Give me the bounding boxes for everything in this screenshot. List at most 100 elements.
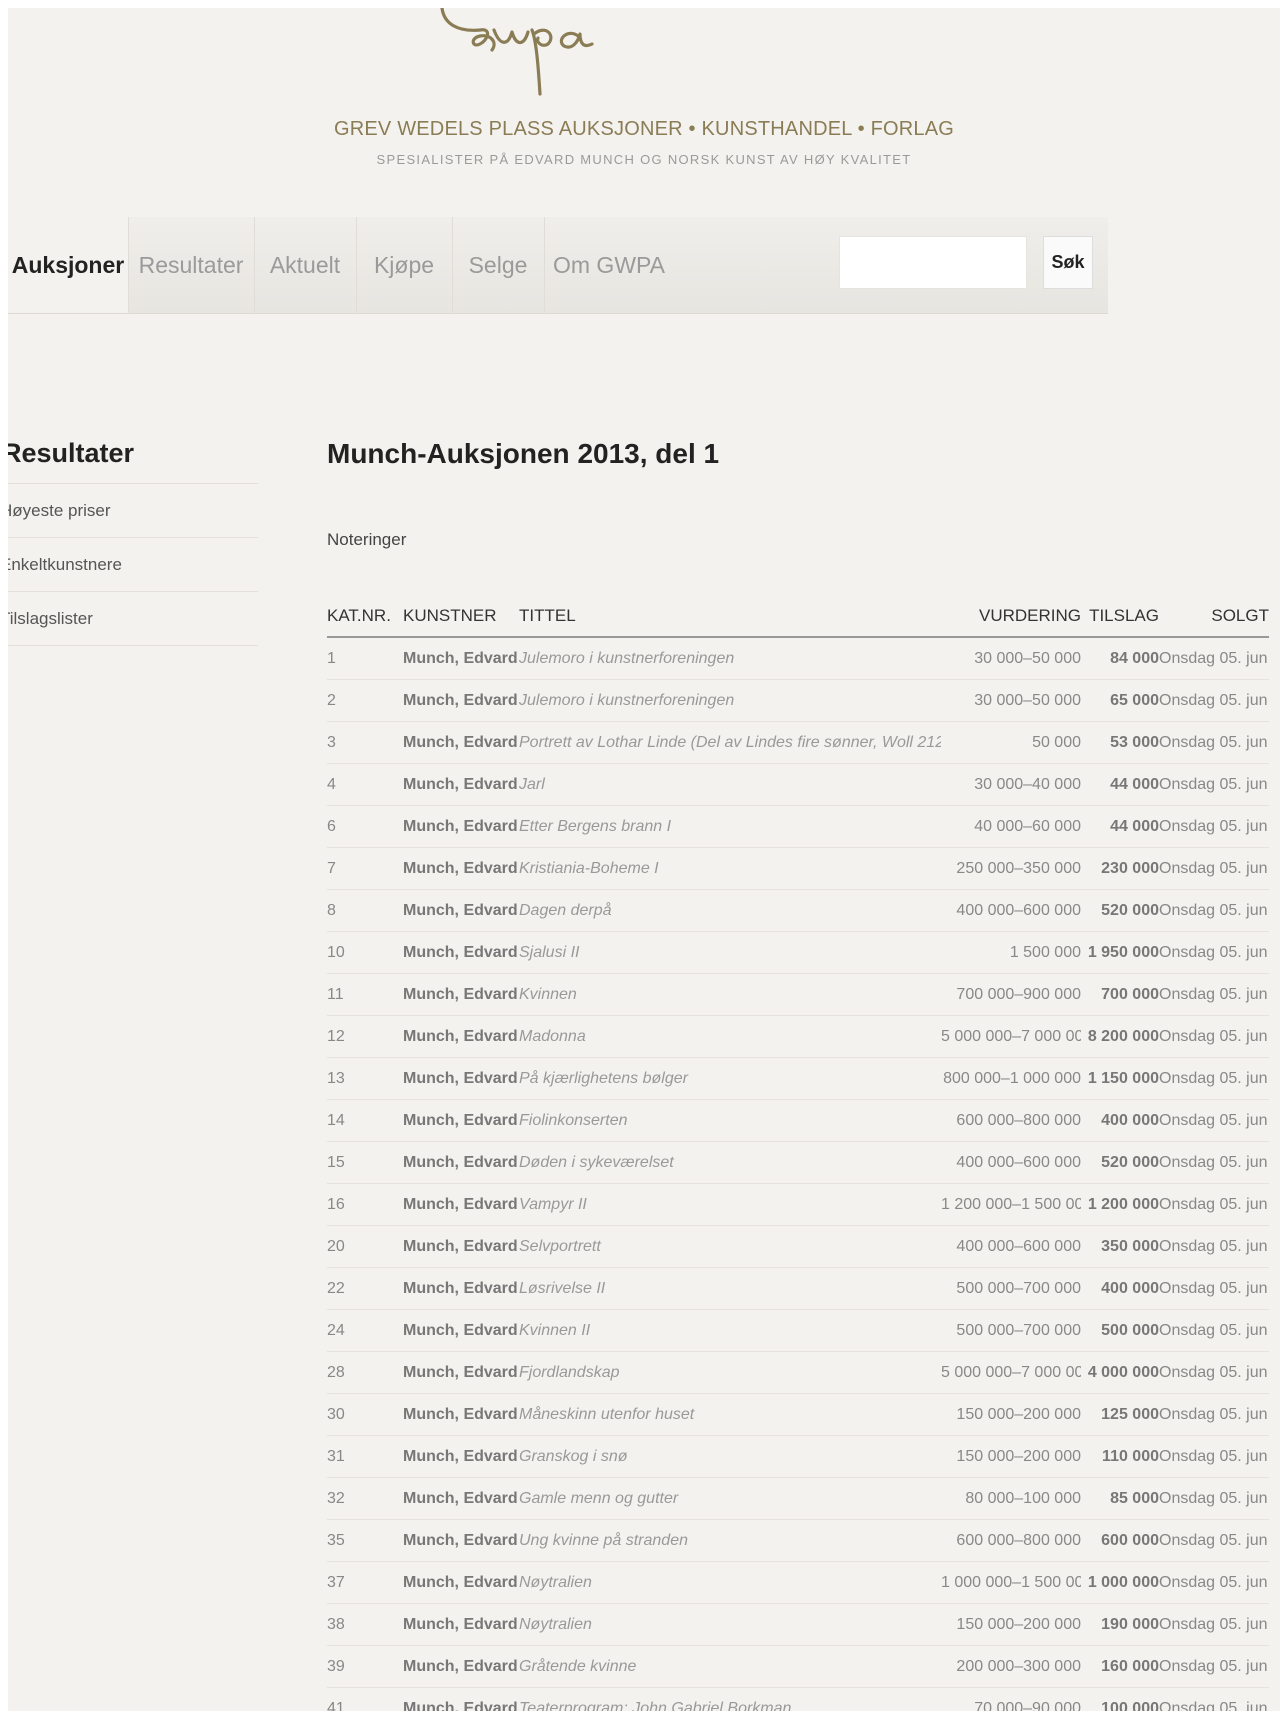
title-link[interactable]: Julemoro i kunstnerforeningen bbox=[519, 679, 941, 722]
gwpa-logo[interactable] bbox=[428, 8, 668, 112]
col-kat-nr[interactable]: KAT.NR. bbox=[327, 596, 403, 638]
title-link[interactable]: Gråtende kvinne bbox=[519, 1645, 941, 1688]
artist-link[interactable]: Munch, Edvard bbox=[403, 1267, 519, 1310]
title-link[interactable]: Madonna bbox=[519, 1015, 941, 1058]
artist-link[interactable]: Munch, Edvard bbox=[403, 1099, 519, 1142]
table-row[interactable]: 32 Munch, Edvard Gamle menn og gutter 80 00… bbox=[327, 1477, 1269, 1520]
title-link[interactable]: Nøytralien bbox=[519, 1603, 941, 1646]
title-link[interactable]: Selvportrett bbox=[519, 1225, 941, 1268]
nav-item-aktuelt[interactable]: Aktuelt bbox=[254, 217, 357, 313]
title-link[interactable]: Portrett av Lothar Linde (Del av Lindes … bbox=[519, 721, 941, 764]
artist-link[interactable]: Munch, Edvard bbox=[403, 1309, 519, 1352]
artist-link[interactable]: Munch, Edvard bbox=[403, 1183, 519, 1226]
artist-link[interactable]: Munch, Edvard bbox=[403, 679, 519, 722]
table-row[interactable]: 38 Munch, Edvard Nøytralien 150 000–200 000… bbox=[327, 1603, 1269, 1646]
title-link[interactable]: Gamle menn og gutter bbox=[519, 1477, 941, 1520]
sold-date-cell: Onsdag 05. jun 2013 bbox=[1159, 931, 1269, 974]
nav-item-kjope[interactable]: Kjøpe bbox=[356, 217, 453, 313]
table-row[interactable]: 4 Munch, Edvard Jarl 30 000–40 000 44 000 Ons… bbox=[327, 763, 1269, 806]
search-button[interactable]: Søk bbox=[1043, 236, 1093, 289]
table-row[interactable]: 15 Munch, Edvard Døden i sykeværelset 400 0… bbox=[327, 1141, 1269, 1184]
table-row[interactable]: 28 Munch, Edvard Fjordlandskap 5 000 000–7 … bbox=[327, 1351, 1269, 1394]
table-row[interactable]: 37 Munch, Edvard Nøytralien 1 000 000–1 500… bbox=[327, 1561, 1269, 1604]
artist-link[interactable]: Munch, Edvard bbox=[403, 637, 519, 680]
title-link[interactable]: Etter Bergens brann I bbox=[519, 805, 941, 848]
nav-item-resultater[interactable]: Resultater bbox=[128, 217, 255, 313]
table-row[interactable]: 20 Munch, Edvard Selvportrett 400 000–600 0… bbox=[327, 1225, 1269, 1268]
artist-link[interactable]: Munch, Edvard bbox=[403, 763, 519, 806]
col-solgt[interactable]: SOLGT bbox=[1159, 596, 1269, 638]
table-row[interactable]: 3 Munch, Edvard Portrett av Lothar Linde (… bbox=[327, 721, 1269, 764]
sidebar-item-tilslagslister[interactable]: Tilslagslister bbox=[8, 591, 258, 646]
title-link[interactable]: Løsrivelse II bbox=[519, 1267, 941, 1310]
artist-link[interactable]: Munch, Edvard bbox=[403, 721, 519, 764]
title-link[interactable]: Granskog i snø bbox=[519, 1435, 941, 1478]
title-link[interactable]: Kristiania-Boheme I bbox=[519, 847, 941, 890]
nav-item-selge[interactable]: Selge bbox=[452, 217, 545, 313]
search-input[interactable] bbox=[839, 236, 1027, 289]
title-link[interactable]: Kvinnen II bbox=[519, 1309, 941, 1352]
sidebar-item-hoyeste-priser[interactable]: Høyeste priser bbox=[8, 483, 258, 537]
col-vurdering[interactable]: VURDERING bbox=[941, 596, 1081, 638]
artist-link[interactable]: Munch, Edvard bbox=[403, 1477, 519, 1520]
table-row[interactable]: 12 Munch, Edvard Madonna 5 000 000–7 000 00… bbox=[327, 1015, 1269, 1058]
table-row[interactable]: 35 Munch, Edvard Ung kvinne på stranden 600… bbox=[327, 1519, 1269, 1562]
artist-link[interactable]: Munch, Edvard bbox=[403, 1519, 519, 1562]
title-link[interactable]: Jarl bbox=[519, 763, 941, 806]
artist-link[interactable]: Munch, Edvard bbox=[403, 1561, 519, 1604]
artist-link[interactable]: Munch, Edvard bbox=[403, 1435, 519, 1478]
table-row[interactable]: 30 Munch, Edvard Måneskinn utenfor huset 15… bbox=[327, 1393, 1269, 1436]
results-table: KAT.NR. KUNSTNER TITTEL VURDERING TILSLA… bbox=[327, 596, 1269, 1711]
nav-item-om-gwpa[interactable]: Om GWPA bbox=[544, 217, 674, 313]
table-row[interactable]: 16 Munch, Edvard Vampyr II 1 200 000–1 500 … bbox=[327, 1183, 1269, 1226]
title-link[interactable]: Fjordlandskap bbox=[519, 1351, 941, 1394]
title-link[interactable]: På kjærlighetens bølger bbox=[519, 1057, 941, 1100]
artist-link[interactable]: Munch, Edvard bbox=[403, 973, 519, 1016]
artist-link[interactable]: Munch, Edvard bbox=[403, 1015, 519, 1058]
col-kunstner[interactable]: KUNSTNER bbox=[403, 596, 519, 638]
table-row[interactable]: 10 Munch, Edvard Sjalusi II 1 500 000 1 950 … bbox=[327, 931, 1269, 974]
artist-link[interactable]: Munch, Edvard bbox=[403, 1645, 519, 1688]
nav-item-auksjoner[interactable]: Auksjoner bbox=[8, 217, 129, 313]
artist-link[interactable]: Munch, Edvard bbox=[403, 1687, 519, 1711]
table-row[interactable]: 13 Munch, Edvard På kjærlighetens bølger 80… bbox=[327, 1057, 1269, 1100]
artist-link[interactable]: Munch, Edvard bbox=[403, 1057, 519, 1100]
artist-link[interactable]: Munch, Edvard bbox=[403, 847, 519, 890]
table-row[interactable]: 6 Munch, Edvard Etter Bergens brann I 40 00… bbox=[327, 805, 1269, 848]
title-link[interactable]: Teaterprogram: John Gabriel Borkman bbox=[519, 1687, 941, 1711]
artist-link[interactable]: Munch, Edvard bbox=[403, 1603, 519, 1646]
noteringer-link[interactable]: Noteringer bbox=[327, 530, 406, 550]
table-row[interactable]: 11 Munch, Edvard Kvinnen 700 000–900 000 700… bbox=[327, 973, 1269, 1016]
table-row[interactable]: 2 Munch, Edvard Julemoro i kunstnerforenin… bbox=[327, 679, 1269, 722]
title-link[interactable]: Kvinnen bbox=[519, 973, 941, 1016]
title-link[interactable]: Julemoro i kunstnerforeningen bbox=[519, 637, 941, 680]
table-row[interactable]: 8 Munch, Edvard Dagen derpå 400 000–600 000… bbox=[327, 889, 1269, 932]
title-link[interactable]: Sjalusi II bbox=[519, 931, 941, 974]
col-tittel[interactable]: TITTEL bbox=[519, 596, 941, 638]
artist-link[interactable]: Munch, Edvard bbox=[403, 1393, 519, 1436]
table-row[interactable]: 14 Munch, Edvard Fiolinkonserten 600 000–80… bbox=[327, 1099, 1269, 1142]
artist-link[interactable]: Munch, Edvard bbox=[403, 889, 519, 932]
estimate-cell: 800 000–1 000 000 bbox=[941, 1057, 1081, 1100]
table-row[interactable]: 31 Munch, Edvard Granskog i snø 150 000–200… bbox=[327, 1435, 1269, 1478]
artist-link[interactable]: Munch, Edvard bbox=[403, 1141, 519, 1184]
table-row[interactable]: 39 Munch, Edvard Gråtende kvinne 200 000–30… bbox=[327, 1645, 1269, 1688]
title-link[interactable]: Fiolinkonserten bbox=[519, 1099, 941, 1142]
title-link[interactable]: Dagen derpå bbox=[519, 889, 941, 932]
col-tilslag[interactable]: TILSLAG bbox=[1081, 596, 1159, 638]
table-row[interactable]: 1 Munch, Edvard Julemoro i kunstnerforenin… bbox=[327, 637, 1269, 680]
title-link[interactable]: Måneskinn utenfor huset bbox=[519, 1393, 941, 1436]
artist-link[interactable]: Munch, Edvard bbox=[403, 1225, 519, 1268]
sidebar-item-enkeltkunstnere[interactable]: Enkeltkunstnere bbox=[8, 537, 258, 591]
title-link[interactable]: Vampyr II bbox=[519, 1183, 941, 1226]
title-link[interactable]: Nøytralien bbox=[519, 1561, 941, 1604]
table-row[interactable]: 41 Munch, Edvard Teaterprogram: John Gabri… bbox=[327, 1687, 1269, 1711]
title-link[interactable]: Ung kvinne på stranden bbox=[519, 1519, 941, 1562]
table-row[interactable]: 24 Munch, Edvard Kvinnen II 500 000–700 000… bbox=[327, 1309, 1269, 1352]
table-row[interactable]: 7 Munch, Edvard Kristiania-Boheme I 250 000… bbox=[327, 847, 1269, 890]
title-link[interactable]: Døden i sykeværelset bbox=[519, 1141, 941, 1184]
artist-link[interactable]: Munch, Edvard bbox=[403, 931, 519, 974]
artist-link[interactable]: Munch, Edvard bbox=[403, 1351, 519, 1394]
table-row[interactable]: 22 Munch, Edvard Løsrivelse II 500 000–700 … bbox=[327, 1267, 1269, 1310]
artist-link[interactable]: Munch, Edvard bbox=[403, 805, 519, 848]
